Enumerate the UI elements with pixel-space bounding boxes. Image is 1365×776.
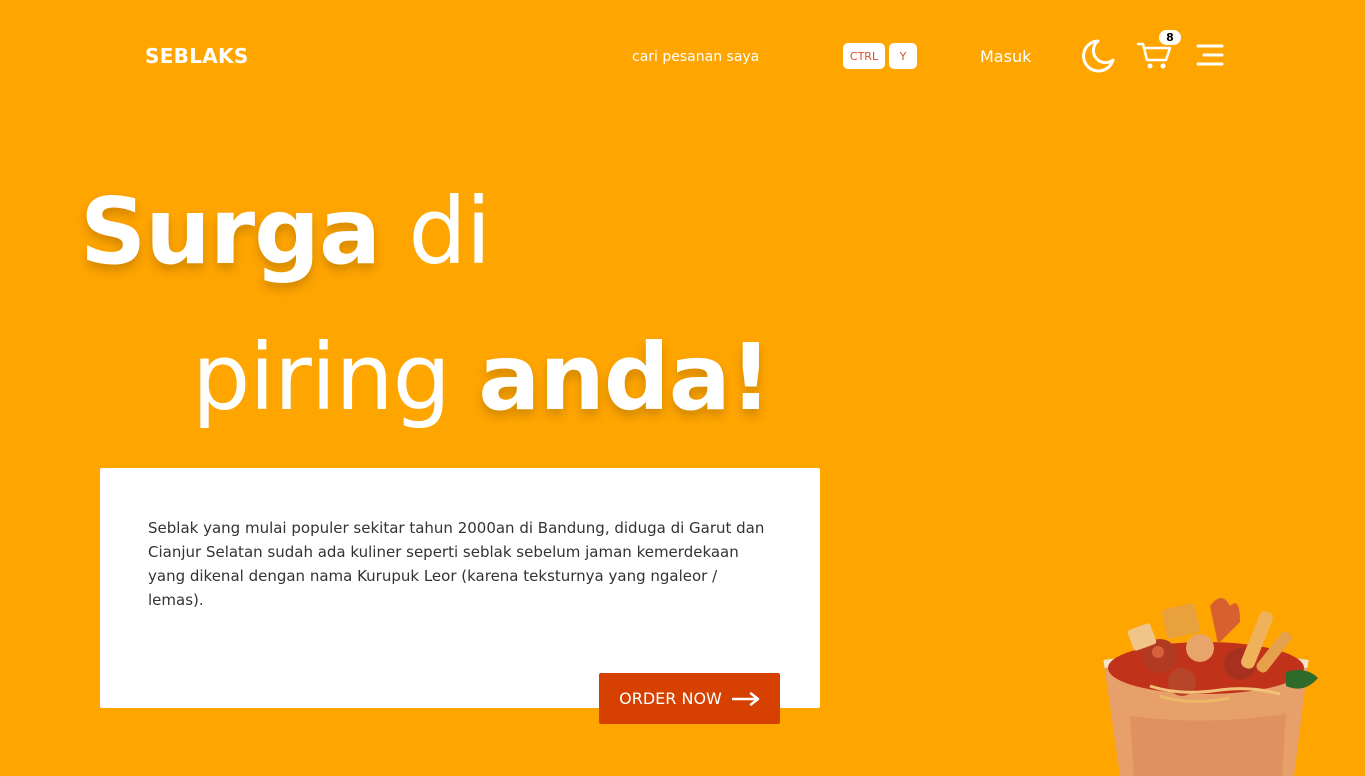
order-now-label: ORDER NOW bbox=[619, 689, 722, 708]
description-text: Seblak yang mulai populer sekitar tahun … bbox=[148, 519, 765, 609]
moon-icon[interactable] bbox=[1080, 38, 1116, 74]
seblak-bowl-image bbox=[1103, 598, 1318, 776]
login-link[interactable]: Masuk bbox=[980, 47, 1031, 66]
hamburger-menu-icon[interactable] bbox=[1196, 42, 1224, 68]
shortcut-key-ctrl: CTRL bbox=[843, 43, 885, 69]
hero-title-line-2: piring anda! bbox=[192, 332, 772, 424]
order-now-button[interactable]: ORDER NOW bbox=[599, 673, 780, 724]
hero-title-line-1: Surga di bbox=[80, 186, 491, 278]
hero-word-di: di bbox=[380, 178, 491, 285]
search-orders-link[interactable]: cari pesanan saya bbox=[632, 49, 759, 65]
cart-count-badge: 8 bbox=[1159, 30, 1181, 45]
hero-word-piring: piring bbox=[192, 324, 479, 431]
brand-logo[interactable]: SEBLAKS bbox=[145, 44, 249, 68]
shortcut-key-y: Y bbox=[889, 43, 917, 69]
hero-word-anda: anda! bbox=[478, 324, 771, 431]
arrow-right-icon bbox=[731, 691, 760, 706]
description-card: Seblak yang mulai populer sekitar tahun … bbox=[100, 468, 820, 708]
hero-word-surga: Surga bbox=[80, 178, 381, 285]
